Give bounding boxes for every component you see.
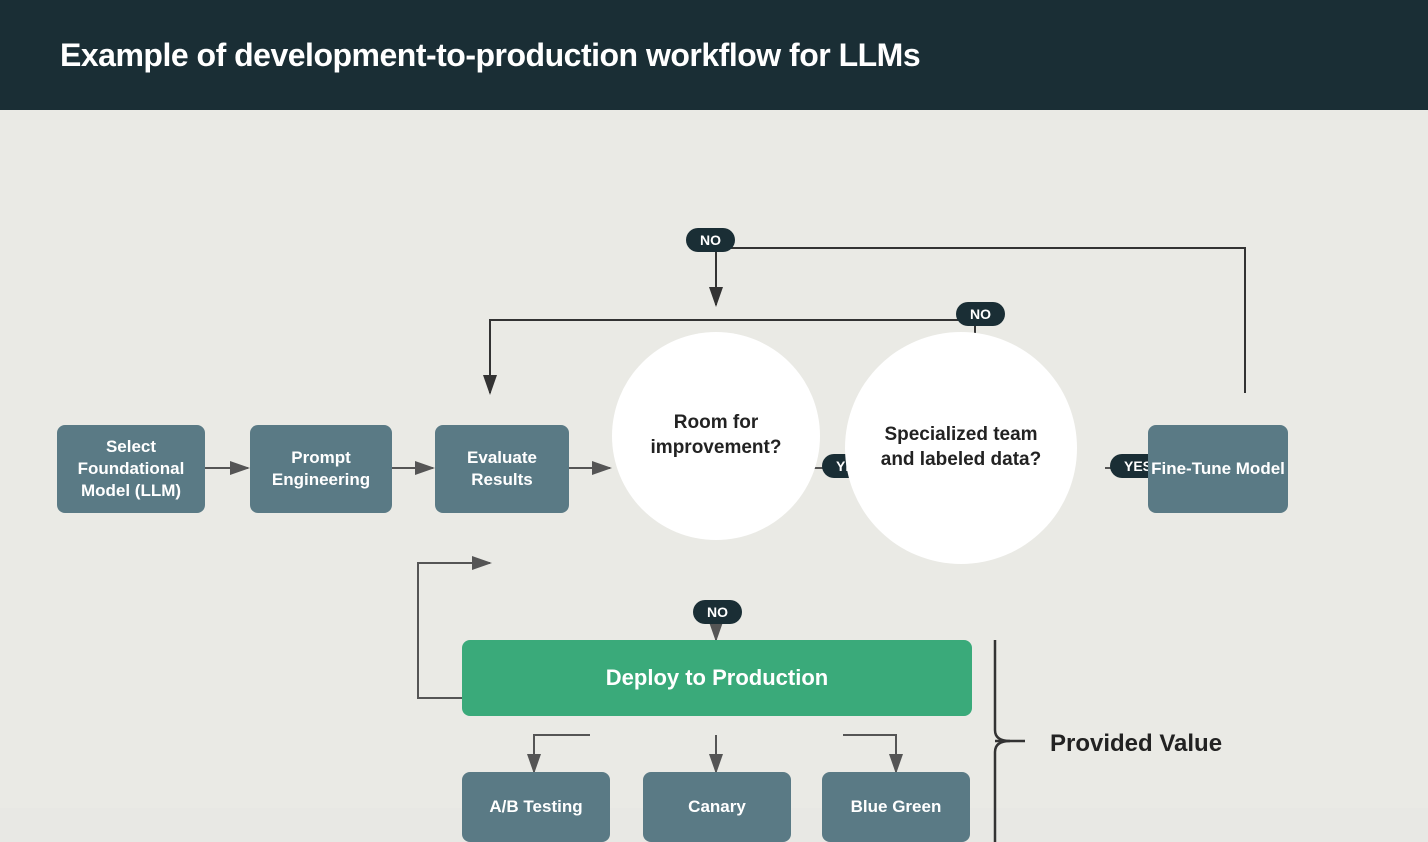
prompt-engineering-node: Prompt Engineering [250,425,392,513]
room-for-improvement-node: Room for improvement? [612,332,820,540]
no-label-top: NO [686,228,735,252]
header: Example of development-to-production wor… [0,0,1428,110]
no-label-specialized: NO [956,302,1005,326]
select-model-node: Select Foundational Model (LLM) [57,425,205,513]
fine-tune-model-node: Fine-Tune Model [1148,425,1288,513]
ab-testing-node: A/B Testing [462,772,610,842]
evaluate-results-node: Evaluate Results [435,425,569,513]
deploy-to-production-node: Deploy to Production [462,640,972,716]
canary-node: Canary [643,772,791,842]
no-label-bottom: NO [693,600,742,624]
provided-value-brace [985,640,1045,842]
header-title: Example of development-to-production wor… [60,37,920,74]
blue-green-node: Blue Green [822,772,970,842]
specialized-team-node: Specialized team and labeled data? [845,332,1077,564]
provided-value-label: Provided Value [1050,730,1222,758]
diagram-area: Select Foundational Model (LLM) Prompt E… [0,110,1428,808]
